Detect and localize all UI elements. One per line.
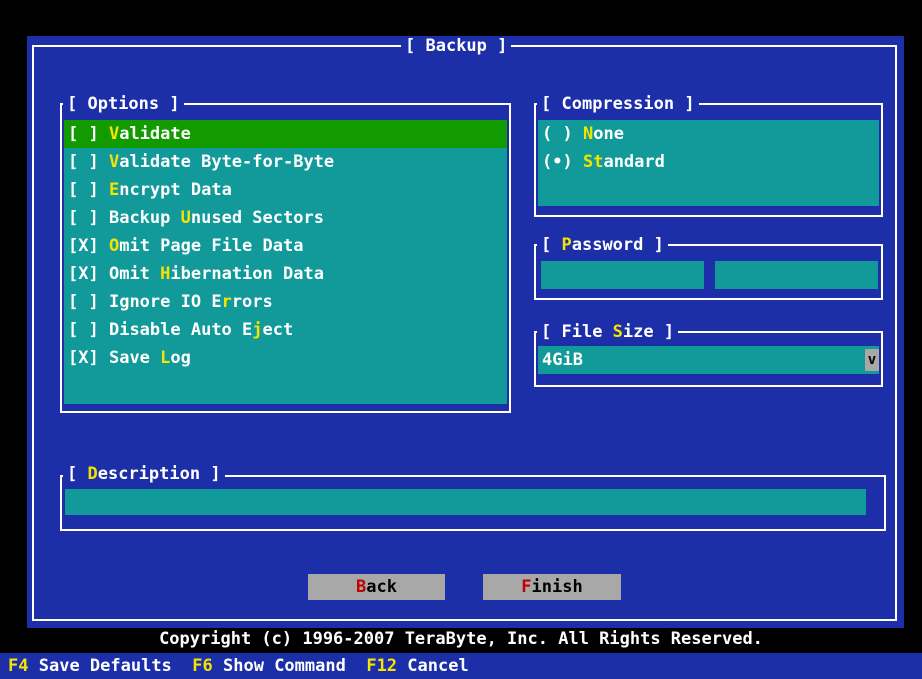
- option-label: Ignore IO Errors: [108, 292, 273, 312]
- option-item[interactable]: [X] Omit Hibernation Data: [64, 260, 507, 288]
- file-size-title-text: File Size: [561, 322, 654, 342]
- option-item[interactable]: [ ] Validate Byte-for-Byte: [64, 148, 507, 176]
- option-item[interactable]: [ ] Encrypt Data: [64, 176, 507, 204]
- option-label: Backup Unused Sectors: [108, 208, 324, 228]
- status-bar: F4 Save Defaults F6 Show Command F12 Can…: [0, 653, 922, 679]
- chevron-down-icon[interactable]: v: [865, 349, 879, 371]
- option-label: Omit Hibernation Data: [108, 264, 324, 284]
- file-size-select[interactable]: 4GiB v: [538, 346, 879, 374]
- compression-option[interactable]: ( ) None: [538, 120, 879, 148]
- checkbox[interactable]: [ ]: [68, 320, 99, 340]
- options-list[interactable]: [ ] Validate[ ] Validate Byte-for-Byte[ …: [64, 120, 507, 404]
- checkbox[interactable]: [ ]: [68, 292, 99, 312]
- option-item[interactable]: [ ] Disable Auto Eject: [64, 316, 507, 344]
- radio-button[interactable]: (•): [542, 152, 573, 172]
- password-title: [ Password ]: [537, 235, 668, 255]
- copyright-text: Copyright (c) 1996-2007 TeraByte, Inc. A…: [159, 629, 763, 649]
- backup-dialog: [ Backup ] [ Options ] [ ] Validate[ ] V…: [27, 36, 904, 628]
- description-title: [ Description ]: [63, 464, 225, 484]
- compression-option[interactable]: (•) Standard: [538, 148, 879, 176]
- shortcut-label: Save Defaults: [38, 656, 172, 676]
- compression-title: [ Compression ]: [537, 94, 699, 114]
- shortcut-key: F4: [8, 656, 29, 676]
- compression-title-text: Compression: [561, 94, 675, 114]
- checkbox[interactable]: [X]: [68, 264, 99, 284]
- checkbox[interactable]: [ ]: [68, 152, 99, 172]
- option-item[interactable]: [X] Save Log: [64, 344, 507, 372]
- option-item[interactable]: [X] Omit Page File Data: [64, 232, 507, 260]
- password-confirm-field[interactable]: [715, 261, 878, 289]
- shortcut-label: Cancel: [407, 656, 469, 676]
- options-title-text: Options: [87, 94, 160, 114]
- option-item[interactable]: [ ] Backup Unused Sectors: [64, 204, 507, 232]
- description-input[interactable]: [65, 489, 866, 515]
- status-shortcut[interactable]: F12 Cancel: [366, 656, 468, 676]
- option-label: Disable Auto Eject: [108, 320, 294, 340]
- file-size-value: 4GiB: [542, 350, 583, 370]
- compression-label: None: [582, 124, 624, 144]
- shortcut-key: F6: [192, 656, 213, 676]
- file-size-title: [ File Size ]: [537, 322, 679, 342]
- option-label: Save Log: [108, 348, 191, 368]
- checkbox[interactable]: [ ]: [68, 124, 99, 144]
- finish-button[interactable]: Finish: [483, 574, 621, 600]
- screen: [ Backup ] [ Options ] [ ] Validate[ ] V…: [0, 0, 922, 679]
- shortcut-label: Show Command: [223, 656, 346, 676]
- checkbox[interactable]: [X]: [68, 348, 99, 368]
- option-item[interactable]: [ ] Validate: [64, 120, 507, 148]
- compression-label: Standard: [582, 152, 665, 172]
- option-label: Encrypt Data: [108, 180, 232, 200]
- compression-list[interactable]: ( ) None (•) Standard: [538, 120, 879, 206]
- status-shortcut[interactable]: F6 Show Command: [192, 656, 346, 676]
- shortcut-key: F12: [366, 656, 398, 676]
- option-label: Omit Page File Data: [108, 236, 304, 256]
- radio-button[interactable]: ( ): [542, 124, 573, 144]
- checkbox[interactable]: [ ]: [68, 208, 99, 228]
- password-title-text: Password: [561, 235, 644, 255]
- option-item[interactable]: [ ] Ignore IO Errors: [64, 288, 507, 316]
- dialog-title: [ Backup ]: [401, 36, 512, 56]
- back-button[interactable]: Back: [308, 574, 445, 600]
- option-label: Validate Byte-for-Byte: [108, 152, 335, 172]
- options-title: [ Options ]: [63, 94, 184, 114]
- dialog-title-text: Backup: [425, 36, 487, 56]
- password-field[interactable]: [541, 261, 704, 289]
- checkbox[interactable]: [ ]: [68, 180, 99, 200]
- description-title-text: Description: [87, 464, 201, 484]
- option-label: Validate: [108, 124, 191, 144]
- status-shortcut[interactable]: F4 Save Defaults: [8, 656, 172, 676]
- checkbox[interactable]: [X]: [68, 236, 99, 256]
